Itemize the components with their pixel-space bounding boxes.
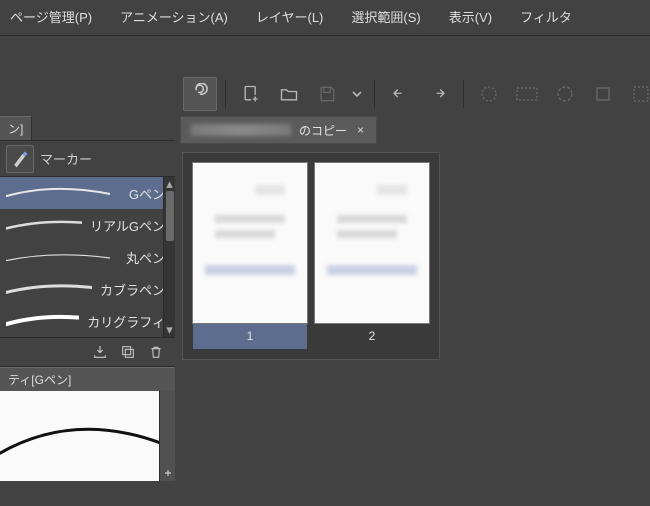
marker-tool-row[interactable]: マーカー xyxy=(0,140,175,176)
page-thumb xyxy=(315,163,429,323)
tool-property-title: ティ[Gペン] xyxy=(8,371,71,388)
menu-selection[interactable]: 選択範囲(S) xyxy=(351,7,420,26)
tool-property-header[interactable]: ティ[Gペン] xyxy=(0,367,175,391)
gradient-icon[interactable] xyxy=(510,77,544,111)
menu-bar: ページ管理(P) アニメーション(A) レイヤー(L) 選択範囲(S) 表示(V… xyxy=(0,0,650,36)
undo-icon[interactable] xyxy=(383,77,417,111)
document-tab[interactable]: のコピー × xyxy=(180,116,377,144)
select-dashed-icon[interactable] xyxy=(472,77,506,111)
redo-icon[interactable] xyxy=(421,77,455,111)
document-tab-suffix: のコピー xyxy=(299,122,347,139)
document-tab-bar: のコピー × xyxy=(180,116,377,144)
pen-list-scrollbar[interactable]: ▴ ▾ xyxy=(163,177,175,337)
pen-label: リアルGペン xyxy=(90,216,165,235)
scroll-thumb[interactable] xyxy=(166,191,174,241)
brush-preview xyxy=(0,391,163,481)
trash-icon[interactable] xyxy=(145,341,167,363)
menu-view[interactable]: 表示(V) xyxy=(449,7,492,26)
duplicate-icon[interactable] xyxy=(117,341,139,363)
save-icon[interactable] xyxy=(310,77,344,111)
menu-page-management[interactable]: ページ管理(P) xyxy=(10,7,92,26)
stroke-preview xyxy=(6,184,121,202)
pen-item-calligraphy[interactable]: カリグラフィ xyxy=(0,305,175,337)
pen-label: Gペン xyxy=(129,184,165,203)
pen-item-real-g[interactable]: リアルGペン xyxy=(0,209,175,241)
pen-label: カブラペン xyxy=(100,280,165,299)
new-file-icon[interactable] xyxy=(234,77,268,111)
pen-label: 丸ペン xyxy=(126,248,165,267)
page-manager-panel: 1 2 xyxy=(182,152,440,360)
dashed-circle-icon[interactable] xyxy=(548,77,582,111)
import-icon[interactable] xyxy=(89,341,111,363)
dropdown-icon[interactable] xyxy=(348,77,366,111)
menu-filter[interactable]: フィルタ xyxy=(520,7,572,26)
pen-list-tools xyxy=(0,337,175,367)
left-panels: ン] マーカー Gペン リアルGペン 丸ペン カブラペン カリグラフィ xyxy=(0,116,175,506)
spiral-icon[interactable] xyxy=(183,77,217,111)
preview-side-button[interactable] xyxy=(159,391,175,481)
main-toolbar xyxy=(175,74,650,114)
pen-label: カリグラフィ xyxy=(87,312,165,331)
pen-item-g[interactable]: Gペン xyxy=(0,177,175,209)
menu-animation[interactable]: アニメーション(A) xyxy=(120,7,228,26)
document-name-blurred xyxy=(191,124,291,136)
page-thumbnail-1[interactable]: 1 xyxy=(193,163,307,349)
pen-item-kabura[interactable]: カブラペン xyxy=(0,273,175,305)
crop-icon[interactable] xyxy=(586,77,620,111)
pen-list: Gペン リアルGペン 丸ペン カブラペン カリグラフィ ▴ ▾ xyxy=(0,176,175,337)
page-number: 2 xyxy=(369,329,376,343)
pen-item-maru[interactable]: 丸ペン xyxy=(0,241,175,273)
marquee-icon[interactable] xyxy=(624,77,650,111)
tool-panel-tab[interactable]: ン] xyxy=(0,116,32,140)
page-thumb xyxy=(193,163,307,323)
marker-label: マーカー xyxy=(40,149,92,168)
menu-layer[interactable]: レイヤー(L) xyxy=(256,7,324,26)
scroll-up-icon[interactable]: ▴ xyxy=(164,177,175,191)
page-thumbnail-2[interactable]: 2 xyxy=(315,163,429,349)
open-folder-icon[interactable] xyxy=(272,77,306,111)
marker-icon xyxy=(6,145,34,173)
close-icon[interactable]: × xyxy=(355,123,366,137)
page-number: 1 xyxy=(247,329,254,343)
scroll-down-icon[interactable]: ▾ xyxy=(164,323,175,337)
